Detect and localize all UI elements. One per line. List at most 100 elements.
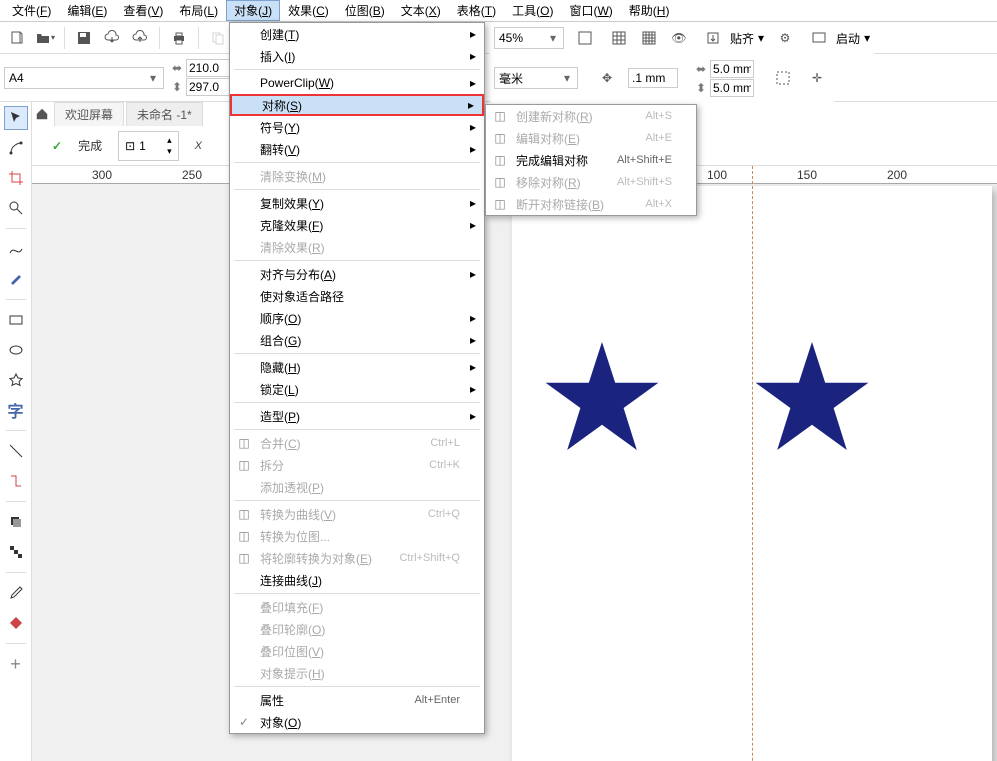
page-frame-icon[interactable] (770, 65, 796, 91)
menu-item: 叠印轮廓(O) (230, 618, 484, 640)
unit-combo[interactable]: 毫米▾ (494, 67, 578, 89)
menu-item[interactable]: PowerClip(W)▸ (230, 72, 484, 94)
print-icon[interactable] (166, 25, 192, 51)
zoom-combo[interactable]: 45%▾ (494, 27, 564, 49)
snap-label[interactable]: 贴齐 (730, 30, 754, 47)
crosshair-icon[interactable]: ✛ (804, 65, 830, 91)
menu-item[interactable]: 复制效果(Y)▸ (230, 192, 484, 214)
rectangle-tool-icon[interactable] (4, 308, 28, 332)
menu-item[interactable]: 造型(P)▸ (230, 405, 484, 427)
pick-tool-icon[interactable] (4, 106, 28, 130)
menu-item[interactable]: 插入(I)▸ (230, 45, 484, 67)
menu-h[interactable]: 帮助(H) (621, 0, 678, 21)
submenu-arrow-icon: ▸ (470, 76, 476, 90)
menu-x[interactable]: 文本(X) (393, 0, 449, 21)
submenu-arrow-icon: ▸ (470, 311, 476, 325)
menu-l[interactable]: 布局(L) (171, 0, 226, 21)
menu-item-icon: ◫ (236, 457, 252, 473)
menu-item[interactable]: 创建(T)▸ (230, 23, 484, 45)
menu-item[interactable]: 隐藏(H)▸ (230, 356, 484, 378)
menu-item[interactable]: 符号(Y)▸ (230, 116, 484, 138)
launch-icon[interactable] (806, 25, 832, 51)
menu-item[interactable]: 克隆效果(F)▸ (230, 214, 484, 236)
propbar-right: 毫米▾ ✥ ⬌ ⬍ ✛ (490, 54, 834, 102)
grid-icon[interactable] (606, 25, 632, 51)
menu-c[interactable]: 效果(C) (280, 0, 337, 21)
dropshadow-tool-icon[interactable] (4, 510, 28, 534)
nudge-input[interactable] (628, 68, 678, 88)
segment-input[interactable] (139, 139, 163, 153)
menu-item-label: 组合(G) (260, 332, 301, 349)
menu-item[interactable]: 使对象适合路径 (230, 285, 484, 307)
eyedropper-tool-icon[interactable] (4, 581, 28, 605)
grid2-icon[interactable] (636, 25, 662, 51)
open-icon[interactable]: ▾ (32, 25, 58, 51)
shortcut: Alt+Shift+S (617, 176, 672, 188)
menu-t[interactable]: 表格(T) (449, 0, 504, 21)
menu-item-label: 复制效果(Y) (260, 195, 324, 212)
star-right[interactable] (752, 336, 872, 456)
menu-item[interactable]: 顺序(O)▸ (230, 307, 484, 329)
menu-item[interactable]: 属性Alt+Enter (230, 689, 484, 711)
transparency-tool-icon[interactable] (4, 540, 28, 564)
menu-item[interactable]: 锁定(L)▸ (230, 378, 484, 400)
add-tool-icon[interactable]: + (4, 652, 28, 676)
paper-size-combo[interactable]: A4 ▾ (4, 67, 164, 89)
options-icon[interactable]: ⚙ (772, 25, 798, 51)
done-label[interactable]: 完成 (78, 137, 102, 154)
menu-item[interactable]: 对称(S)▸ (230, 94, 484, 116)
menu-b[interactable]: 位图(B) (337, 0, 393, 21)
menu-w[interactable]: 窗口(W) (561, 0, 620, 21)
import-icon[interactable] (700, 25, 726, 51)
shape-tool-icon[interactable] (4, 136, 28, 160)
polygon-tool-icon[interactable] (4, 368, 28, 392)
menu-item[interactable]: ✓对象(O) (230, 711, 484, 733)
cloud-down-icon[interactable] (99, 25, 125, 51)
canvas-page[interactable] (512, 186, 992, 761)
freehand-tool-icon[interactable] (4, 237, 28, 261)
dimension-tool-icon[interactable] (4, 439, 28, 463)
shortcut: Alt+X (645, 198, 672, 210)
dup-x-input[interactable] (710, 60, 754, 78)
menu-o[interactable]: 工具(O) (504, 0, 561, 21)
submenu-arrow-icon: ▸ (470, 267, 476, 281)
menu-item: ◫转换为位图... (230, 525, 484, 547)
crop-tool-icon[interactable] (4, 166, 28, 190)
tab-welcome[interactable]: 欢迎屏幕 (54, 102, 124, 126)
menu-item: ◫拆分Ctrl+K (230, 454, 484, 476)
menu-item[interactable]: ◫完成编辑对称Alt+Shift+E (486, 149, 696, 171)
menu-item[interactable]: 对齐与分布(A)▸ (230, 263, 484, 285)
menu-item-label: 创建新对称(R) (516, 108, 593, 125)
submenu-arrow-icon: ▸ (470, 360, 476, 374)
save-icon[interactable] (71, 25, 97, 51)
menu-item[interactable]: 组合(G)▸ (230, 329, 484, 351)
connector-tool-icon[interactable] (4, 469, 28, 493)
menu-item-label: 添加透视(P) (260, 479, 324, 496)
segment-selector[interactable]: ⊡ ▴▾ (118, 131, 179, 161)
menu-e[interactable]: 编辑(E) (59, 0, 115, 21)
menu-item: ◫编辑对称(E)Alt+E (486, 127, 696, 149)
launch-label[interactable]: 启动 (836, 30, 860, 47)
home-icon[interactable] (32, 104, 52, 124)
menu-j[interactable]: 对象(J) (226, 0, 280, 21)
ellipse-tool-icon[interactable] (4, 338, 28, 362)
tab-document[interactable]: 未命名 -1* (126, 102, 203, 126)
artistic-tool-icon[interactable] (4, 267, 28, 291)
toolbar-right: 45%▾ 👁 贴齐▾ ⚙ 启动▾ (490, 22, 874, 54)
text-tool-icon[interactable]: 字 (4, 398, 28, 422)
cloud-up-icon[interactable] (127, 25, 153, 51)
zoom-tool-icon[interactable] (4, 196, 28, 220)
menu-f[interactable]: 文件(F) (4, 0, 59, 21)
view-icon[interactable]: 👁 (666, 25, 692, 51)
height-icon: ⬍ (170, 80, 184, 94)
fill-tool-icon[interactable] (4, 611, 28, 635)
page-width-input[interactable] (186, 59, 230, 77)
dup-y-input[interactable] (710, 79, 754, 97)
star-left[interactable] (542, 336, 662, 456)
menu-v[interactable]: 查看(V) (115, 0, 171, 21)
fullscreen-icon[interactable] (572, 25, 598, 51)
page-height-input[interactable] (186, 78, 230, 96)
new-icon[interactable] (4, 25, 30, 51)
menu-item[interactable]: 翻转(V)▸ (230, 138, 484, 160)
menu-item[interactable]: 连接曲线(J) (230, 569, 484, 591)
